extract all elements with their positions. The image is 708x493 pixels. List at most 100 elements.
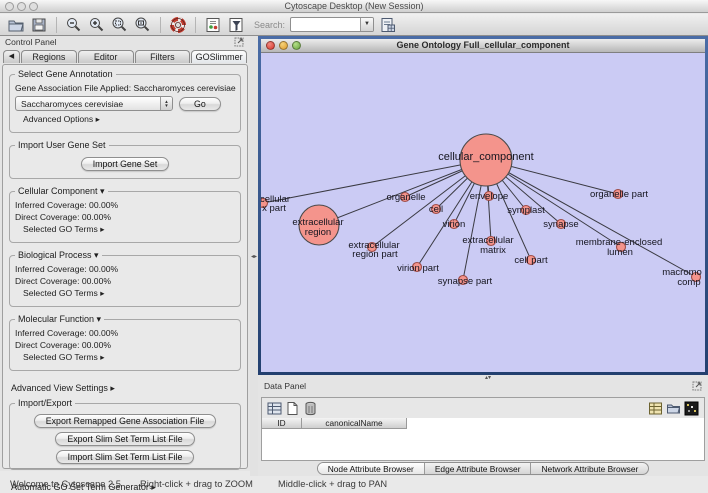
- network-minimize-button[interactable]: [279, 41, 288, 50]
- export-slim-set-term-list-file-button[interactable]: Export Slim Set Term List File: [55, 432, 195, 446]
- delete-attribute-icon[interactable]: [303, 401, 318, 416]
- direct-coverage-label: Direct Coverage: 00.00%: [15, 212, 112, 222]
- status-zoom-hint: Right-click + drag to ZOOM: [140, 479, 253, 489]
- goslimmer-panel: Select Gene Annotation Gene Association …: [2, 64, 248, 492]
- node-label: synapse part: [438, 276, 493, 287]
- node-label: organelle: [386, 192, 425, 203]
- selected-go-terms-expander[interactable]: Selected GO Terms ▸: [15, 288, 235, 299]
- network-close-button[interactable]: [266, 41, 275, 50]
- create-attribute-icon[interactable]: [285, 401, 300, 416]
- import-export-title: Import/Export: [15, 398, 76, 408]
- dropdown-stepper-icon[interactable]: ▲ ▼: [160, 97, 172, 110]
- select-attributes-icon[interactable]: [267, 401, 282, 416]
- control-panel-tabs: ◀ Regions Editor Filters GOSlimmer: [0, 48, 250, 63]
- import-gene-set-button[interactable]: Import Gene Set: [80, 157, 170, 171]
- selected-go-terms-expander[interactable]: Selected GO Terms ▸: [15, 224, 235, 235]
- window-title: Cytoscape Desktop (New Session): [284, 1, 424, 11]
- column-header-id[interactable]: ID: [262, 418, 302, 429]
- tab-network-attribute-browser[interactable]: Network Attribute Browser: [530, 463, 648, 474]
- float-panel-icon[interactable]: [692, 381, 702, 391]
- network-window-titlebar[interactable]: Gene Ontology Full_cellular_component: [261, 39, 705, 53]
- search-combobox[interactable]: ▼: [290, 17, 375, 32]
- node-label: region part: [352, 249, 398, 260]
- select-gene-annotation-group: Select Gene Annotation Gene Association …: [9, 69, 241, 133]
- export-remapped-gene-association-file-button[interactable]: Export Remapped Gene Association File: [33, 414, 217, 428]
- toolbar-separator: [160, 16, 161, 33]
- node-label: synapse: [543, 219, 578, 230]
- status-bar: Welcome to Cytoscape 2.5 Right-click + d…: [0, 476, 708, 493]
- node-label: cell: [429, 204, 443, 215]
- biological-process-title[interactable]: Biological Process ▾: [15, 250, 102, 261]
- import-slim-set-term-list-file-button[interactable]: Import Slim Set Term List File: [55, 450, 195, 464]
- tab-scroll-left[interactable]: ◀: [3, 50, 20, 63]
- matrix-view-icon[interactable]: [684, 401, 699, 416]
- status-pan-hint: Middle-click + drag to PAN: [278, 479, 388, 489]
- node-label: lumen: [607, 247, 633, 258]
- zoom-fit-icon[interactable]: [134, 16, 152, 34]
- edge-cellular_component-extracellular_matrix_part[interactable]: [262, 159, 487, 204]
- control-panel-title: Control Panel: [5, 37, 57, 47]
- network-window-title: Gene Ontology Full_cellular_component: [396, 40, 570, 50]
- molecular-function-title[interactable]: Molecular Function ▾: [15, 314, 105, 325]
- toolbar-separator: [195, 16, 196, 33]
- node-label: cell part: [514, 255, 548, 266]
- import-user-gene-set-title: Import User Gene Set: [15, 140, 109, 150]
- molecular-function-group: Molecular Function ▾ Inferred Coverage: …: [9, 314, 241, 371]
- zoom-in-icon[interactable]: [88, 16, 106, 34]
- network-window: Gene Ontology Full_cellular_component ce…: [258, 36, 708, 375]
- tab-node-attribute-browser[interactable]: Node Attribute Browser: [317, 463, 424, 474]
- selected-go-terms-expander[interactable]: Selected GO Terms ▸: [15, 352, 235, 363]
- tab-regions[interactable]: Regions: [21, 50, 77, 63]
- zoom-selected-region-icon[interactable]: [111, 16, 129, 34]
- attribute-browser-icon[interactable]: [379, 16, 397, 34]
- node-label: x part: [262, 203, 286, 214]
- import-user-gene-set-group: Import User Gene Set Import Gene Set: [9, 140, 241, 179]
- status-welcome-text: Welcome to Cytoscape 2.5: [10, 479, 121, 489]
- direct-coverage-label: Direct Coverage: 00.00%: [15, 340, 112, 350]
- cellular-component-group: Cellular Component ▾ Inferred Coverage: …: [9, 186, 241, 243]
- node-label: matrix: [480, 245, 506, 256]
- data-panel: ▴▾ Data Panel ID canonicalName Node Attr…: [258, 375, 708, 476]
- attribute-batch-editor-icon[interactable]: [648, 401, 663, 416]
- tab-goslimmer[interactable]: GOSlimmer: [191, 50, 247, 63]
- advanced-options-expander[interactable]: Advanced Options ▸: [15, 114, 235, 125]
- float-panel-icon[interactable]: [234, 37, 244, 47]
- biological-process-group: Biological Process ▾ Inferred Coverage: …: [9, 250, 241, 307]
- gene-annotation-dropdown-value: Saccharomyces cerevisiae: [21, 98, 124, 109]
- attribute-browser-toolbar: [262, 398, 704, 418]
- search-input[interactable]: [291, 18, 360, 31]
- network-zoom-button[interactable]: [292, 41, 301, 50]
- annotation-nodes-icon[interactable]: [204, 16, 222, 34]
- tab-editor[interactable]: Editor: [77, 50, 134, 63]
- column-header-canonicalname[interactable]: canonicalName: [302, 418, 407, 429]
- network-graph[interactable]: cellular_componentextracellularregioncel…: [261, 53, 705, 372]
- inferred-coverage-label: Inferred Coverage: 00.00%: [15, 200, 119, 210]
- node-label: symplast: [507, 205, 545, 216]
- attribute-browser-tabs: Node Attribute Browser Edge Attribute Br…: [258, 462, 708, 475]
- tab-filters[interactable]: Filters: [134, 50, 191, 63]
- main-toolbar: Search: ▼: [0, 14, 708, 36]
- advanced-view-settings-expander[interactable]: Advanced View Settings ▸: [11, 383, 241, 394]
- go-button[interactable]: Go: [179, 96, 221, 111]
- panel-splitter-vertical[interactable]: ◂▸: [250, 36, 258, 476]
- tab-edge-attribute-browser[interactable]: Edge Attribute Browser: [423, 463, 531, 474]
- toolbar-separator: [56, 16, 57, 33]
- direct-coverage-label: Direct Coverage: 00.00%: [15, 276, 112, 286]
- search-label: Search:: [254, 19, 286, 30]
- search-dropdown-arrow-icon[interactable]: ▼: [360, 18, 374, 31]
- import-attributes-icon[interactable]: [666, 401, 681, 416]
- inferred-coverage-label: Inferred Coverage: 00.00%: [15, 264, 119, 274]
- splitter-handle-icon[interactable]: ◂▸: [251, 253, 257, 260]
- gene-annotation-dropdown[interactable]: Saccharomyces cerevisiae ▲ ▼: [15, 96, 173, 111]
- control-panel: Control Panel ◀ Regions Editor Filters G…: [0, 36, 250, 492]
- open-session-icon[interactable]: [7, 16, 25, 34]
- network-canvas[interactable]: cellular_component extracellular region cel…: [261, 53, 705, 372]
- filter-icon[interactable]: [227, 16, 245, 34]
- node-label: virion: [443, 219, 466, 230]
- node-label: cellular_component: [438, 151, 533, 163]
- zoom-out-icon[interactable]: [65, 16, 83, 34]
- cellular-component-title[interactable]: Cellular Component ▾: [15, 186, 108, 197]
- save-session-icon[interactable]: [30, 16, 48, 34]
- help-lifesaver-icon[interactable]: [169, 16, 187, 34]
- select-gene-annotation-title: Select Gene Annotation: [15, 69, 116, 79]
